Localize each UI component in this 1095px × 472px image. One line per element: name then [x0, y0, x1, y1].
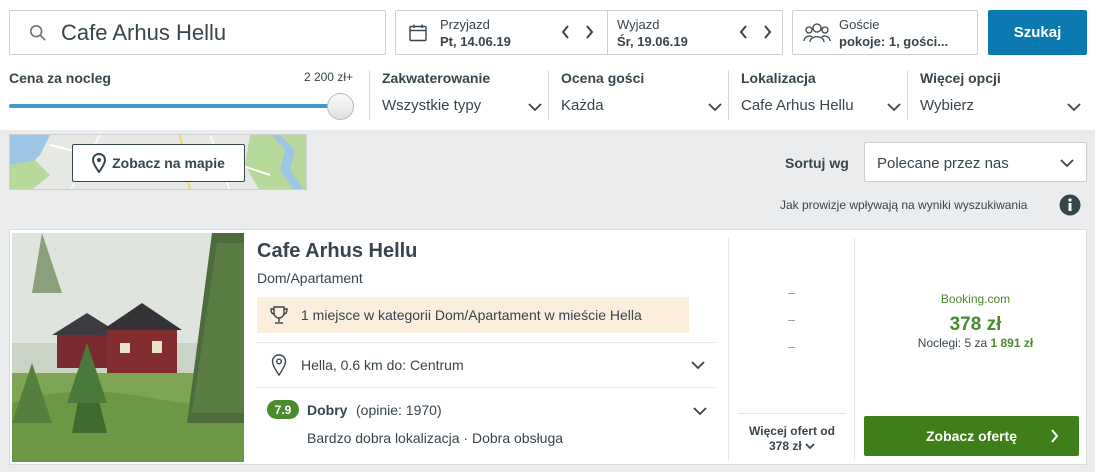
location-text: Hella, 0.6 km do: Centrum: [301, 357, 464, 373]
chevron-down-icon: [708, 103, 722, 112]
hotel-type: Dom/Apartament: [257, 270, 363, 286]
ranking-badge: 1 miejsce w kategorii Dom/Apartament w m…: [257, 297, 689, 333]
more-offers-link[interactable]: Więcej ofert od 378 zł: [738, 413, 846, 457]
more-offers-price: 378 zł: [768, 439, 802, 453]
sort-select[interactable]: Polecane przez nas: [864, 142, 1087, 182]
guests-value: pokoje: 1, gości...: [839, 34, 949, 49]
more-offers-line2: 378 zł: [738, 439, 846, 454]
location-row[interactable]: Hella, 0.6 km do: Centrum: [257, 343, 715, 387]
rating-description: Bardzo dobra lokalizacja · Dobra obsługa: [307, 430, 564, 446]
guests-label: Goście: [839, 17, 880, 32]
guests-field[interactable]: Goście pokoje: 1, gości...: [792, 10, 978, 55]
top-panel: Cafe Arhus Hellu Przyjazd Pt, 14.06.19 W…: [0, 0, 1095, 130]
search-icon: [29, 24, 46, 41]
price-slider-handle[interactable]: [327, 93, 354, 120]
nights-summary: Noclegi: 5 za 1 891 zł: [863, 336, 1088, 350]
hotel-result-card: Cafe Arhus Hellu Dom/Apartament 1 miejsc…: [9, 229, 1087, 465]
chevron-down-icon: [691, 361, 705, 370]
chevron-right-icon: [1051, 429, 1059, 443]
filter-more-label: Więcej opcji: [920, 70, 1001, 86]
price-filter: Cena za nocleg 2 200 zł+: [9, 70, 355, 120]
more-offers-line1: Więcej ofert od: [749, 424, 835, 438]
divider: [257, 387, 715, 388]
info-icon[interactable]: [1059, 194, 1081, 216]
sort-label: Sortuj wg: [785, 155, 849, 171]
checkin-field[interactable]: Przyjazd Pt, 14.06.19: [396, 11, 607, 54]
filter-location-label: Lokalizacja: [741, 70, 816, 86]
guests-icon: [803, 23, 831, 43]
placeholder-dash: [788, 293, 795, 294]
filter-rating-value: Każda: [561, 97, 604, 114]
rating-score: 7.9: [267, 400, 299, 419]
placeholder-dash: [788, 347, 795, 348]
date-picker: Przyjazd Pt, 14.06.19 Wyjazd Śr, 19.06.1…: [395, 10, 783, 55]
partner-name[interactable]: Booking.com: [863, 292, 1088, 306]
chevron-down-icon: [1060, 159, 1074, 168]
search-query: Cafe Arhus Hellu: [61, 19, 227, 45]
see-on-map-button[interactable]: Zobacz na mapie: [72, 144, 245, 182]
chevron-down-icon[interactable]: [693, 406, 707, 416]
see-on-map-label: Zobacz na mapie: [112, 155, 225, 171]
filter-accommodation-value: Wszystkie typy: [382, 97, 482, 114]
view-deal-button[interactable]: Zobacz ofertę: [864, 416, 1079, 456]
placeholder-dash: [788, 320, 795, 321]
trophy-icon: [270, 306, 288, 324]
map-pin-icon: [92, 153, 107, 173]
location-pin-icon: [271, 354, 287, 376]
sort-value: Polecane przez nas: [877, 155, 1009, 172]
filter-more-value: Wybierz: [920, 97, 975, 114]
checkin-arrows: [558, 22, 596, 42]
filter-location[interactable]: Lokalizacja Cafe Arhus Hellu: [728, 70, 907, 120]
search-button[interactable]: Szukaj: [988, 10, 1087, 55]
price-max: 2 200 zł+: [303, 70, 353, 84]
checkin-label: Przyjazd: [440, 17, 490, 32]
rating-count: (opinie: 1970): [356, 402, 442, 418]
filter-accommodation-label: Zakwaterowanie: [382, 70, 491, 86]
filter-rating-label: Ocena gości: [561, 70, 645, 86]
ranking-text: 1 miejsce w kategorii Dom/Apartament w m…: [301, 307, 642, 323]
commission-link[interactable]: Jak prowizje wpływają na wyniki wyszukiw…: [780, 198, 1027, 212]
calendar-icon: [409, 24, 427, 42]
chevron-left-icon[interactable]: [736, 22, 750, 42]
checkout-value: Śr, 19.06.19: [617, 34, 688, 49]
search-input[interactable]: Cafe Arhus Hellu: [9, 10, 386, 55]
chevron-right-icon[interactable]: [760, 22, 774, 42]
filter-accommodation[interactable]: Zakwaterowanie Wszystkie typy: [369, 70, 548, 120]
price-label: Cena za nocleg: [9, 70, 111, 86]
chevron-down-icon: [887, 103, 901, 112]
nights-total: 1 891 zł: [990, 336, 1034, 350]
chevron-right-icon[interactable]: [582, 22, 596, 42]
filter-more-options[interactable]: Więcej opcji Wybierz: [907, 70, 1087, 120]
chevron-down-icon: [1067, 103, 1081, 112]
hotel-photo[interactable]: [12, 233, 244, 462]
checkout-arrows: [736, 22, 774, 42]
divider: [728, 238, 729, 460]
map-preview[interactable]: Zobacz na mapie: [9, 134, 307, 190]
chevron-down-icon: [528, 103, 542, 112]
hotel-name[interactable]: Cafe Arhus Hellu: [257, 240, 417, 263]
checkin-value: Pt, 14.06.19: [440, 34, 511, 49]
checkout-field[interactable]: Wyjazd Śr, 19.06.19: [607, 11, 782, 54]
chevron-left-icon[interactable]: [558, 22, 572, 42]
filter-rating[interactable]: Ocena gości Każda: [548, 70, 728, 120]
rating-label: Dobry: [307, 402, 348, 418]
divider: [854, 238, 855, 460]
chevron-down-icon: [805, 443, 815, 450]
price-slider-track[interactable]: [9, 104, 339, 108]
nights-prefix: Noclegi: 5 za: [917, 336, 988, 350]
offer-price[interactable]: 378 zł: [863, 314, 1088, 336]
checkout-label: Wyjazd: [617, 17, 660, 32]
view-deal-label: Zobacz ofertę: [925, 428, 1017, 444]
filter-location-value: Cafe Arhus Hellu: [741, 97, 854, 114]
